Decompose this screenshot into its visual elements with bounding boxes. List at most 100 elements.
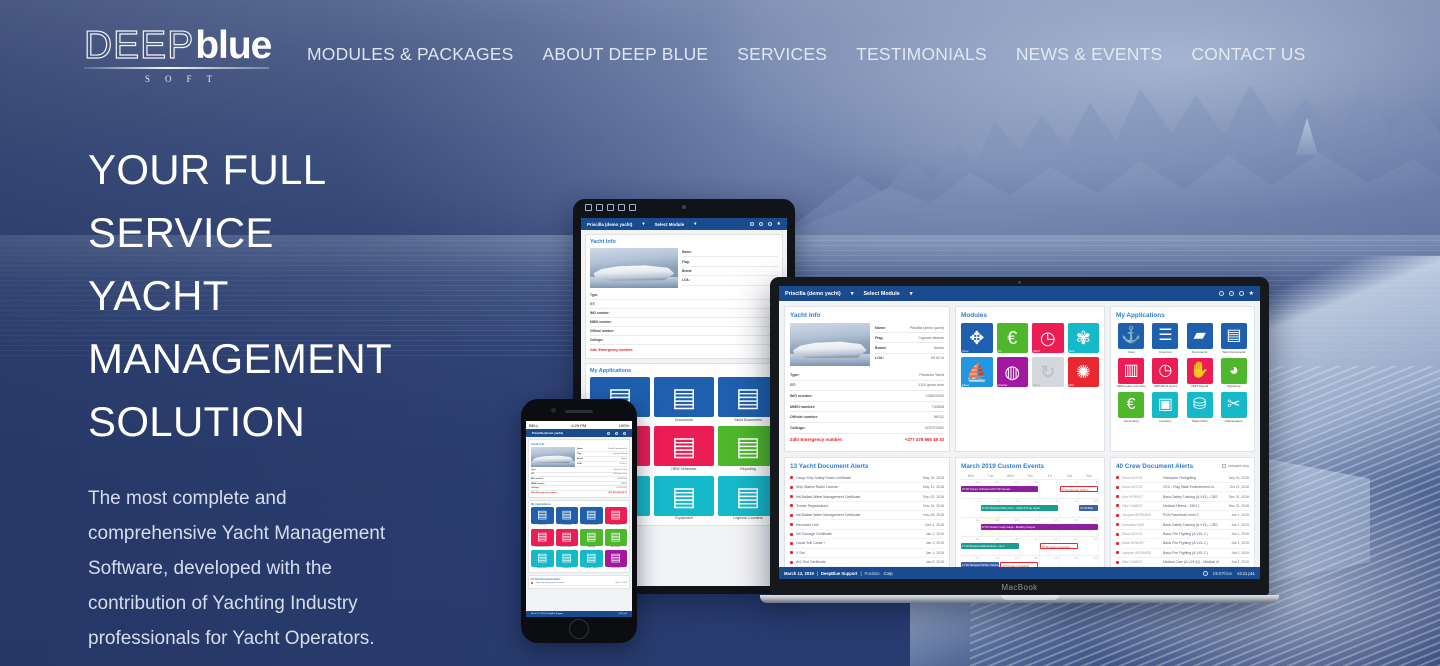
- application-tile-inventory[interactable]: ▣ Inventory: [1150, 392, 1180, 423]
- module-tile-fin[interactable]: € Fin: [996, 323, 1028, 353]
- table-row[interactable]: Cargo Ship Safety Radio Certificate May 1…: [790, 474, 944, 483]
- help-icon[interactable]: [749, 222, 754, 226]
- application-tile-spare-parts[interactable]: ⛁ Spare Parts: [1185, 392, 1215, 423]
- phone-tile-crew-list[interactable]: ▤ Crew List: [531, 507, 554, 526]
- table-row[interactable]: Insurance Hull Dec 1, 2018: [790, 520, 944, 530]
- table-row[interactable]: Intl Ballast Water Management Certificat…: [790, 492, 944, 502]
- application-tile-yacht-documents[interactable]: ▤ Yacht Documents: [1219, 323, 1249, 354]
- calendar-weekday: Sat: [1067, 473, 1072, 478]
- yacht-selector[interactable]: Priscilla (demo yacht): [785, 291, 841, 297]
- application-tile-hrm-leave-summary[interactable]: ▥ HRM Leave summary: [1116, 357, 1146, 389]
- onboard-only-filter[interactable]: onboard only: [1222, 464, 1249, 469]
- table-row[interactable]: Canal Suit Canal + Jan 1, 2019: [790, 539, 944, 549]
- table-row[interactable]: Intl Ballast Water Management Certificat…: [790, 511, 944, 521]
- logout-icon[interactable]: [767, 222, 772, 226]
- settings-icon[interactable]: [1228, 291, 1234, 296]
- tablet-module-selector[interactable]: Select Module: [655, 222, 685, 227]
- calendar-event[interactable]: 07:00 Class Inspection: [1039, 543, 1078, 550]
- application-tile-hrm-work-hours[interactable]: ◷ HRM Work Hours: [1150, 357, 1180, 389]
- calendar-event[interactable]: 07:00 Security Drills L...: [1059, 486, 1098, 493]
- phone-tile-hrm-work-hours[interactable]: ▤ HRM Work Hours: [531, 528, 554, 548]
- phone-tile-maintenance[interactable]: ▤ Maintenance: [531, 550, 554, 569]
- table-row[interactable]: Tender Registrations Nov 16, 2018: [790, 502, 944, 512]
- tablet-yacht-selector[interactable]: Priscilla (demo yacht): [587, 222, 632, 227]
- alert-row[interactable]: Cargo Ship Safety Radio Certificate May …: [531, 581, 627, 586]
- onboard-only-checkbox[interactable]: [1222, 464, 1227, 469]
- application-tile-hrm-payroll[interactable]: ✋ HRM Payroll: [1185, 357, 1215, 389]
- application-tile-crew[interactable]: ⚓ Crew: [1116, 323, 1146, 354]
- module-tile-hrm[interactable]: ◷ HRM: [1032, 323, 1064, 353]
- calendar-weekday: Sun: [1086, 473, 1092, 478]
- table-row[interactable]: Mike GAMBIT Medical Fitness - ENG 1 Dec 31…: [1116, 502, 1249, 512]
- module-tile-ism[interactable]: ✺ ISM: [1067, 357, 1099, 387]
- calendar-day-cell[interactable]: 11: [961, 518, 981, 537]
- phone-tile-accounting[interactable]: ▤ Accounting: [604, 528, 627, 548]
- module-selector[interactable]: Select Module: [863, 291, 899, 297]
- logout-icon[interactable]: [1238, 291, 1244, 296]
- calendar-event[interactable]: 07:00 Ball: [1079, 505, 1098, 512]
- application-tile-crew-list[interactable]: ☰ Crew List: [1150, 323, 1180, 354]
- calendar-event[interactable]: 07:00 Charter Lady Gaga - Bradley Cooper: [980, 524, 1098, 531]
- tablet-tile-reporting[interactable]: ▤ Reporting: [718, 426, 778, 471]
- star-icon[interactable]: ★: [777, 221, 781, 227]
- phone-tile-hrm-scheduler[interactable]: ▤ HRM Scheduler: [555, 528, 578, 548]
- phone-tile-documents[interactable]: ▤ Documents: [555, 507, 578, 526]
- phone-tile-charter-avs[interactable]: ▤ Charter AVS: [604, 550, 627, 569]
- calendar-week-row: 18 19 20 21 22 23 24 17:30 Engines Maintenance …: [961, 536, 1100, 556]
- phone-home-button[interactable]: [569, 619, 589, 639]
- tablet-tile-hrm-scheduler[interactable]: ▤ HRM Scheduler: [654, 426, 714, 471]
- application-tiles: ⚓ Crew ☰ Crew List ▰ Documents ▤ Yacht Document…: [1116, 323, 1249, 423]
- table-row[interactable]: Intl Tonnage Certificate Jan 1, 2019: [790, 530, 944, 540]
- module-tile-oper[interactable]: ✥ Oper: [961, 323, 993, 353]
- module-tile-fleet[interactable]: ⛵ Fleet: [961, 357, 993, 387]
- application-tile-maintenance[interactable]: ✂ Maintenance: [1219, 392, 1249, 423]
- calendar-event[interactable]: 07:00 Owner Onboard with VIP Guests: [961, 486, 1039, 493]
- table-row[interactable]: Mike GAMBIT Medical Care (A-VI/4 §2) - Mé…: [1116, 558, 1249, 568]
- calendar-event[interactable]: 07:00 Shipyard Stay Over - Shaft & Prop …: [980, 505, 1059, 512]
- table-row[interactable]: Ship Station Radio License May 31, 2018: [790, 483, 944, 493]
- table-row[interactable]: AIS Test Certificate Jan 5, 2019: [790, 558, 944, 568]
- phone-tile-reporting[interactable]: ▤ Reporting: [580, 528, 603, 548]
- settings-icon[interactable]: [615, 431, 618, 435]
- table-row[interactable]: Diana WOOD Helicopter Firefighting Sep 24,…: [1116, 474, 1249, 483]
- phone-tile-equipment[interactable]: ▤ Equipment: [555, 550, 578, 569]
- phone-tile-logbook-counters[interactable]: ▤ Logbook Counters: [580, 550, 603, 569]
- phone-tile-yacht-documents[interactable]: ▤ Yacht Documents: [580, 507, 603, 526]
- calendar-day-cell[interactable]: 1: [1040, 480, 1060, 499]
- star-icon[interactable]: ★: [1249, 291, 1254, 297]
- tablet-tile-yacht-documents[interactable]: ▤ Yacht Documents: [718, 377, 778, 422]
- module-tile-tech[interactable]: ✾ Tech: [1067, 323, 1099, 353]
- application-tile-accounting[interactable]: € Accounting: [1116, 392, 1146, 423]
- table-row[interactable]: Diana WOOD Basic Fire Fighting (A-VI/1-2 …: [1116, 530, 1249, 540]
- calendar-day-cell[interactable]: 21: [1020, 537, 1040, 556]
- table-row[interactable]: Diana WOOD CEC - Flag State Endorsement o…: [1116, 483, 1249, 493]
- application-tile-reporting[interactable]: ◕ Reporting: [1219, 357, 1249, 389]
- info-icon[interactable]: [1202, 570, 1208, 576]
- phone-tile-label: Accounting: [611, 545, 621, 548]
- phone-yacht-selector[interactable]: Priscilla (demo yacht): [532, 431, 563, 435]
- module-tile-sync[interactable]: ↻ Sync: [1032, 357, 1064, 387]
- calendar-event[interactable]: 17:30 Engines Maintenance - Gen: [961, 543, 1019, 550]
- calendar-day-cell[interactable]: 4: [961, 499, 981, 518]
- phone-tile-hrm-salaries[interactable]: ▤ HRM Salaries: [604, 507, 627, 526]
- alert-text: Intl Ballast Water Management Certificat…: [796, 494, 861, 499]
- table-row[interactable]: Alex PERROT Basic Safety Training (A-VI/1…: [1116, 492, 1249, 502]
- calendar-day-cell[interactable]: 9: [1060, 499, 1080, 518]
- table-row[interactable]: Jacques BERNARD RYA Powerboat Level 2 Jan …: [1116, 511, 1249, 521]
- application-tile-documents[interactable]: ▰ Documents: [1185, 323, 1215, 354]
- help-icon[interactable]: [607, 431, 610, 435]
- tablet-tile-documents[interactable]: ▤ Documents: [654, 377, 714, 422]
- settings-icon[interactable]: [758, 222, 763, 226]
- logout-icon[interactable]: [623, 431, 626, 435]
- table-row[interactable]: V Sat Jan 1, 2019: [790, 549, 944, 558]
- tablet-tile-equipment[interactable]: ▤ Equipment: [654, 475, 714, 521]
- table-row[interactable]: Jacques BERNARD Basic Fire Fighting (A-VI…: [1116, 549, 1249, 558]
- yacht-detail-row: Type:: [590, 291, 778, 300]
- table-row[interactable]: Antonella DIAS Basic Safety Training (A-V…: [1116, 520, 1249, 530]
- calendar-day-cell[interactable]: 24: [1079, 537, 1100, 556]
- laptop-mockup: Priscilla (demo yacht) ▾ Select Module ▾…: [760, 277, 1290, 617]
- module-tile-charter[interactable]: ◍ Charter: [996, 357, 1028, 387]
- tablet-tile-logbook-counters[interactable]: ▤ Logbook Counters: [718, 475, 778, 521]
- help-icon[interactable]: [1218, 291, 1224, 296]
- table-row[interactable]: Marie BONNET Basic Fire Fighting (A-VI/1-…: [1116, 539, 1249, 549]
